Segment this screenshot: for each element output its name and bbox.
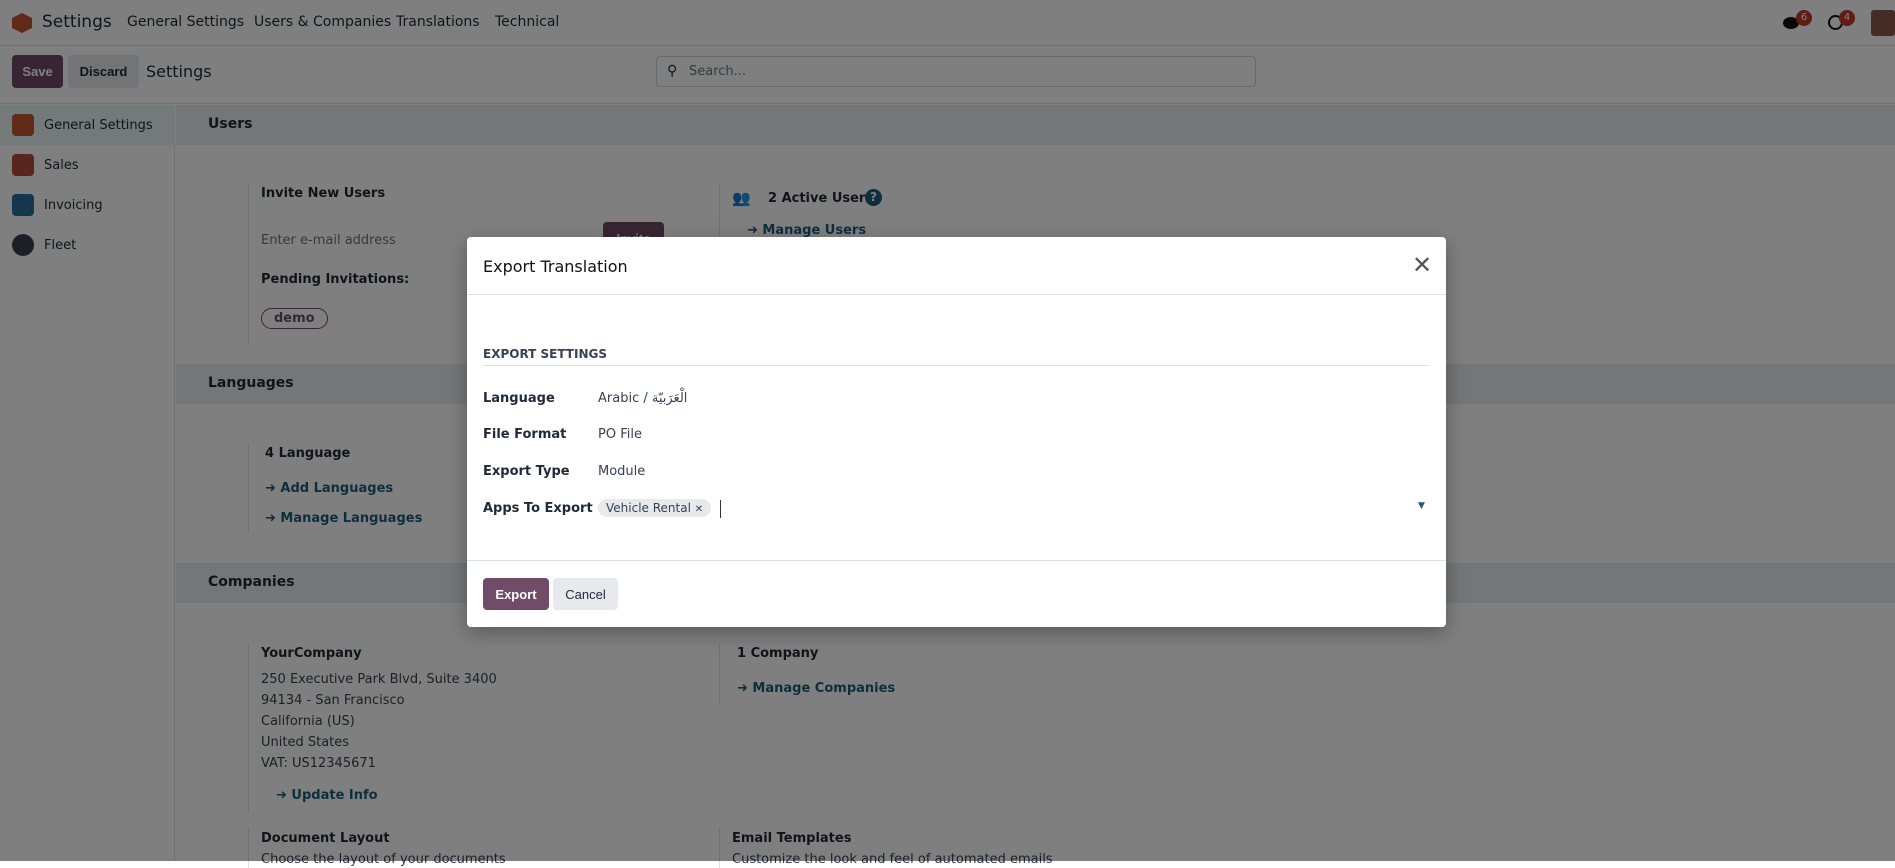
export-translation-dialog: Export Translation ✕ EXPORT SETTINGS Lan… — [467, 237, 1446, 627]
export-type-value[interactable]: Module — [598, 464, 645, 479]
apps-tag-label: Vehicle Rental — [606, 501, 691, 515]
dialog-footer: Export Cancel — [467, 560, 1446, 627]
apps-to-export-input[interactable]: Vehicle Rental ✕ ▼ — [598, 497, 1430, 521]
text-cursor — [720, 500, 721, 518]
apps-to-export-label: Apps To Export — [483, 501, 593, 516]
file-format-label: File Format — [483, 427, 567, 442]
language-label: Language — [483, 391, 555, 406]
language-value[interactable]: Arabic / الْعَرَبيّة — [598, 391, 687, 406]
section-separator — [483, 365, 1430, 366]
dialog-header: Export Translation ✕ — [467, 237, 1446, 295]
apps-tag: Vehicle Rental ✕ — [598, 499, 712, 517]
dropdown-caret-icon[interactable]: ▼ — [1418, 501, 1425, 511]
close-icon[interactable]: ✕ — [1412, 251, 1432, 279]
export-type-label: Export Type — [483, 464, 570, 479]
remove-tag-icon[interactable]: ✕ — [695, 504, 703, 515]
export-button[interactable]: Export — [483, 578, 549, 610]
file-format-value[interactable]: PO File — [598, 427, 642, 442]
export-settings-heading: EXPORT SETTINGS — [483, 347, 607, 361]
cancel-button[interactable]: Cancel — [553, 578, 618, 610]
dialog-title: Export Translation — [483, 257, 628, 276]
